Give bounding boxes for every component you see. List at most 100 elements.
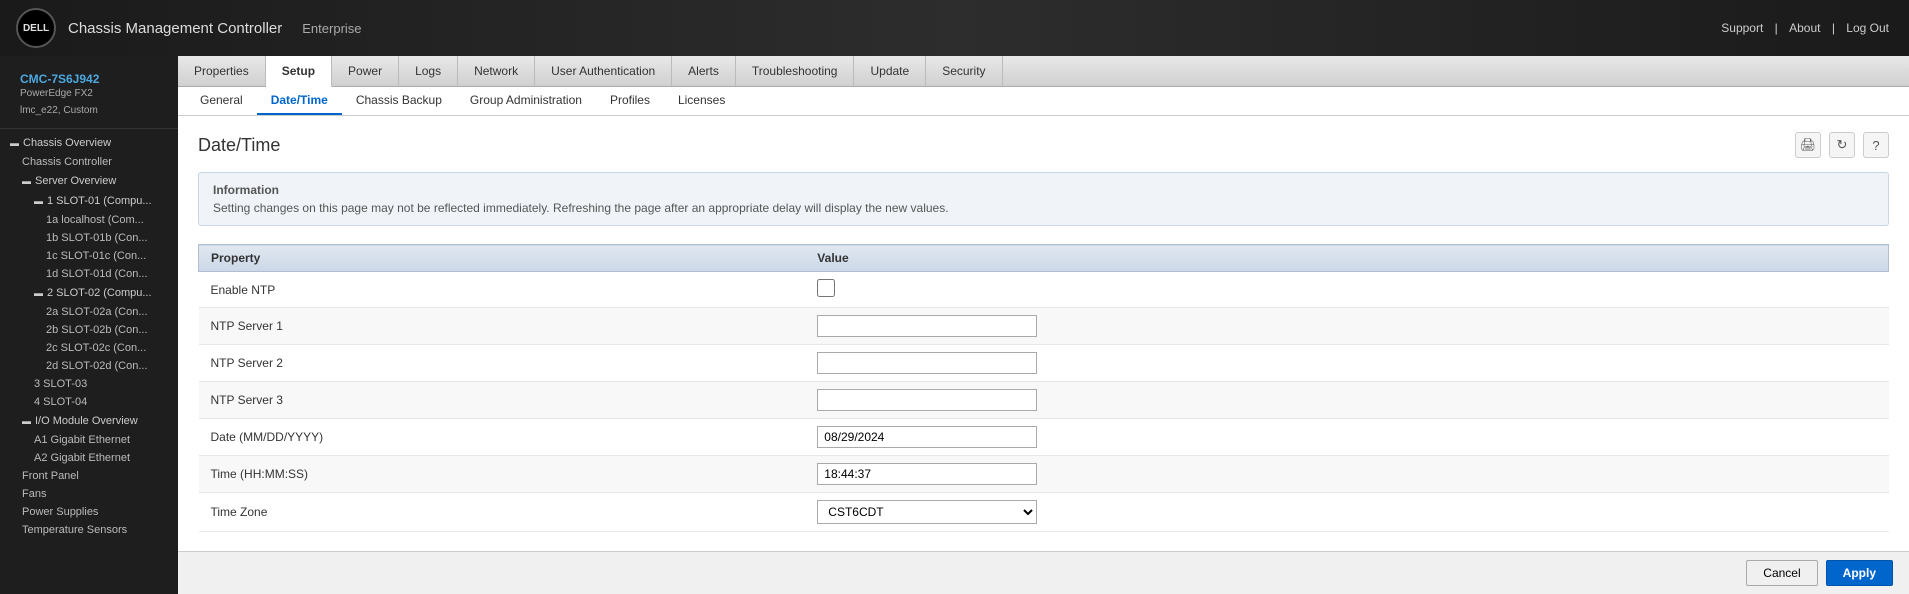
time-input[interactable] [817, 463, 1037, 485]
prop-ntp-server2: NTP Server 2 [199, 345, 806, 382]
sidebar-item-chassis-overview[interactable]: ▬ Chassis Overview [0, 133, 178, 153]
prop-ntp-server1: NTP Server 1 [199, 308, 806, 345]
tab-licenses[interactable]: Licenses [664, 87, 739, 115]
date-input[interactable] [817, 426, 1037, 448]
cmc-id[interactable]: CMC-7S6J942 [10, 64, 168, 88]
help-button[interactable]: ? [1863, 132, 1889, 158]
sidebar-item-2c[interactable]: 2c SLOT-02c (Con... [0, 339, 178, 357]
val-enable-ntp [805, 272, 1888, 308]
sidebar-item-1d[interactable]: 1d SLOT-01d (Con... [0, 265, 178, 283]
tab-security[interactable]: Security [926, 56, 1002, 86]
table-row: Enable NTP [199, 272, 1889, 308]
action-bar: Cancel Apply [178, 551, 1909, 594]
device-name: PowerEdge FX2 [10, 88, 168, 105]
prop-timezone: Time Zone [199, 493, 806, 532]
sidebar-item-1b[interactable]: 1b SLOT-01b (Con... [0, 229, 178, 247]
col-property: Property [199, 245, 806, 272]
cancel-button[interactable]: Cancel [1746, 560, 1817, 586]
header-nav: Support | About | Log Out [1717, 21, 1893, 35]
edition-label: Enterprise [302, 21, 361, 36]
sidebar-item-a2[interactable]: A2 Gigabit Ethernet [0, 449, 178, 467]
page-content-area: Date/Time 🖨 ↻ ? Information Setting chan… [178, 116, 1909, 574]
dell-logo: DELL [16, 8, 56, 48]
app-title: Chassis Management Controller [68, 20, 282, 37]
prop-time: Time (HH:MM:SS) [199, 456, 806, 493]
sidebar: CMC-7S6J942 PowerEdge FX2 lmc_e22, Custo… [0, 56, 178, 594]
property-table: Property Value Enable NTP NTP Server 1 [198, 244, 1889, 532]
about-link[interactable]: About [1789, 21, 1820, 35]
custom-label: lmc_e22, Custom [10, 105, 168, 122]
tab-troubleshooting[interactable]: Troubleshooting [736, 56, 855, 86]
tab-user-authentication[interactable]: User Authentication [535, 56, 672, 86]
logout-link[interactable]: Log Out [1846, 21, 1889, 35]
sidebar-item-a1[interactable]: A1 Gigabit Ethernet [0, 431, 178, 449]
prop-ntp-server3: NTP Server 3 [199, 382, 806, 419]
tab-update[interactable]: Update [854, 56, 926, 86]
primary-tab-bar: Properties Setup Power Logs Network User… [178, 56, 1909, 87]
table-row: Time Zone CST6CDT UTC EST5EDT PST8PDT MS… [199, 493, 1889, 532]
sidebar-item-slot01[interactable]: ▬ 1 SLOT-01 (Compu... [0, 191, 178, 211]
sidebar-item-temp-sensors[interactable]: Temperature Sensors [0, 521, 178, 539]
tab-profiles[interactable]: Profiles [596, 87, 664, 115]
col-value: Value [805, 245, 1888, 272]
separator2: | [1832, 21, 1835, 35]
sidebar-divider [0, 128, 178, 129]
sidebar-item-server-overview[interactable]: ▬ Server Overview [0, 171, 178, 191]
table-row: Time (HH:MM:SS) [199, 456, 1889, 493]
info-box: Information Setting changes on this page… [198, 172, 1889, 226]
table-row: NTP Server 3 [199, 382, 1889, 419]
refresh-button[interactable]: ↻ [1829, 132, 1855, 158]
tab-network[interactable]: Network [458, 56, 535, 86]
sidebar-item-2d[interactable]: 2d SLOT-02d (Con... [0, 357, 178, 375]
tab-datetime[interactable]: Date/Time [257, 87, 342, 115]
apply-button[interactable]: Apply [1826, 560, 1893, 586]
logo-text: DELL [23, 23, 49, 34]
prop-enable-ntp: Enable NTP [199, 272, 806, 308]
table-row: NTP Server 1 [199, 308, 1889, 345]
table-row: NTP Server 2 [199, 345, 1889, 382]
sidebar-item-1c[interactable]: 1c SLOT-01c (Con... [0, 247, 178, 265]
sidebar-item-front-panel[interactable]: Front Panel [0, 467, 178, 485]
ntp-server1-input[interactable] [817, 315, 1037, 337]
print-button[interactable]: 🖨 [1795, 132, 1821, 158]
collapse-icon: ▬ [22, 176, 31, 186]
separator1: | [1775, 21, 1778, 35]
support-link[interactable]: Support [1721, 21, 1763, 35]
table-row: Date (MM/DD/YYYY) [199, 419, 1889, 456]
collapse-icon: ▬ [10, 138, 19, 148]
val-ntp-server3 [805, 382, 1888, 419]
tab-properties[interactable]: Properties [178, 56, 266, 86]
sidebar-label: Chassis Overview [23, 137, 111, 149]
sidebar-item-slot04[interactable]: 4 SLOT-04 [0, 393, 178, 411]
val-timezone: CST6CDT UTC EST5EDT PST8PDT MST7MDT HST … [805, 493, 1888, 532]
tab-alerts[interactable]: Alerts [672, 56, 736, 86]
timezone-select[interactable]: CST6CDT UTC EST5EDT PST8PDT MST7MDT HST … [817, 500, 1037, 524]
main-layout: CMC-7S6J942 PowerEdge FX2 lmc_e22, Custo… [0, 56, 1909, 594]
sidebar-item-1a[interactable]: 1a localhost (Com... [0, 211, 178, 229]
tab-general[interactable]: General [186, 87, 257, 115]
tab-group-administration[interactable]: Group Administration [456, 87, 596, 115]
page-icon-group: 🖨 ↻ ? [1795, 132, 1889, 158]
val-ntp-server1 [805, 308, 1888, 345]
info-box-title: Information [213, 183, 1874, 197]
sidebar-item-slot03[interactable]: 3 SLOT-03 [0, 375, 178, 393]
sidebar-item-io-overview[interactable]: ▬ I/O Module Overview [0, 411, 178, 431]
tab-chassis-backup[interactable]: Chassis Backup [342, 87, 456, 115]
sidebar-item-fans[interactable]: Fans [0, 485, 178, 503]
enable-ntp-checkbox[interactable] [817, 279, 835, 297]
sidebar-item-power-supplies[interactable]: Power Supplies [0, 503, 178, 521]
ntp-server3-input[interactable] [817, 389, 1037, 411]
ntp-server2-input[interactable] [817, 352, 1037, 374]
page-title-bar: Date/Time 🖨 ↻ ? [198, 132, 1889, 158]
sidebar-item-slot02[interactable]: ▬ 2 SLOT-02 (Compu... [0, 283, 178, 303]
sidebar-item-2b[interactable]: 2b SLOT-02b (Con... [0, 321, 178, 339]
tab-logs[interactable]: Logs [399, 56, 458, 86]
main-content: Properties Setup Power Logs Network User… [178, 56, 1909, 594]
tab-power[interactable]: Power [332, 56, 399, 86]
tab-setup[interactable]: Setup [266, 56, 332, 87]
sidebar-item-2a[interactable]: 2a SLOT-02a (Con... [0, 303, 178, 321]
collapse-icon: ▬ [22, 416, 31, 426]
prop-date: Date (MM/DD/YYYY) [199, 419, 806, 456]
sidebar-item-chassis-controller[interactable]: Chassis Controller [0, 153, 178, 171]
val-time [805, 456, 1888, 493]
